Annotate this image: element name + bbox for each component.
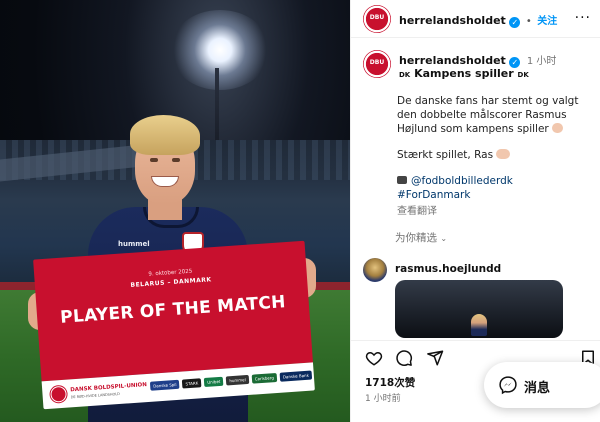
heart-icon[interactable]: [365, 349, 383, 367]
see-translation-link[interactable]: 查看翻译: [397, 202, 437, 217]
player-hair: [130, 115, 200, 155]
sign-red-panel: 9. oktober 2025 BELARUS – DANMARK PLAYER…: [33, 240, 313, 382]
caption-avatar[interactable]: [363, 50, 391, 78]
player-eye-right: [172, 158, 180, 162]
sponsor-logo: Danske Bank: [279, 370, 313, 382]
header-username[interactable]: herrelandsholdet: [399, 14, 506, 27]
commenter-username[interactable]: rasmus.hoejlundd: [395, 263, 501, 275]
messages-label: 消息: [524, 381, 551, 396]
sign-title: PLAYER OF THE MATCH: [59, 292, 287, 328]
sign-union-name: DANSK BOLDSPIL-UNION DE RØD-HVIDE LANDSH…: [70, 382, 148, 401]
sponsor-logo: Carlsberg: [251, 372, 278, 384]
likes-count[interactable]: 1718次赞: [365, 375, 415, 390]
separator-dot: •: [525, 16, 532, 27]
photographer-mention[interactable]: @fodboldbillederdk: [411, 175, 513, 187]
sponsor-logo: Unibet: [203, 376, 224, 388]
comment-sort-selector[interactable]: 为你精选 ⌄: [395, 230, 447, 245]
hashtag-link[interactable]: #ForDanmark: [397, 188, 597, 202]
caption-username[interactable]: herrelandsholdet: [399, 54, 506, 67]
share-icon[interactable]: [426, 349, 444, 367]
comment-image[interactable]: [395, 280, 563, 338]
follow-button[interactable]: 关注: [537, 16, 557, 27]
post-header: herrelandsholdet ✓ • 关注 ···: [351, 0, 600, 38]
photographer-line: @fodboldbillederdk: [397, 174, 597, 188]
caption-user-row: herrelandsholdet ✓ 1 小时: [399, 52, 556, 68]
verified-badge-icon: ✓: [509, 17, 521, 28]
chevron-down-icon: ⌄: [440, 234, 448, 243]
dbu-logo: [50, 385, 68, 403]
comment-sort-label: 为你精选: [395, 232, 437, 244]
caption-title: Kampens spiller: [414, 67, 514, 80]
flag-dk-left: DK: [399, 71, 411, 79]
caption-text-2: Stærkt spillet, Ras: [397, 149, 494, 161]
post-photo[interactable]: hummel 9. oktober 2025 BELARUS – DANMARK…: [0, 0, 350, 422]
caption-title-row: DK Kampens spiller DK: [399, 67, 529, 80]
raised-hands-emoji-icon: [496, 149, 511, 159]
sponsor-logo: STARK: [182, 378, 202, 389]
messenger-icon: [499, 376, 517, 395]
shirt-brand: hummel: [118, 240, 150, 248]
player-eye-left: [150, 158, 158, 162]
caption-body: De danske fans har stemt og valgt den do…: [397, 94, 597, 202]
messages-button[interactable]: 消息: [484, 362, 600, 408]
sponsor-logo: hummel: [226, 374, 250, 386]
sponsor-logo: Danske Spil: [149, 379, 180, 391]
account-avatar[interactable]: [363, 5, 391, 33]
post-time-ago: 1 小时前: [365, 394, 401, 404]
caption-paragraph-2: Stærkt spillet, Ras: [397, 148, 597, 162]
camera-emoji-icon: [397, 176, 407, 184]
commenter-avatar[interactable]: [363, 258, 387, 282]
caption-time: 1 小时: [526, 56, 557, 67]
player-of-the-match-sign: 9. oktober 2025 BELARUS – DANMARK PLAYER…: [33, 240, 315, 410]
flag-dk-right: DK: [517, 71, 529, 79]
sponsor-logos: Danske Spil STARK Unibet hummel Carlsberg Dan…: [149, 370, 313, 391]
comment-icon[interactable]: [395, 349, 413, 367]
caption-paragraph-1: De danske fans har stemt og valgt den do…: [397, 94, 597, 136]
more-options-icon[interactable]: ···: [575, 10, 591, 26]
header-username-row: herrelandsholdet ✓ • 关注: [399, 12, 557, 28]
clapping-emoji-icon: [552, 123, 564, 133]
post-detail-panel: herrelandsholdet ✓ • 关注 ··· herrelandsho…: [350, 0, 600, 422]
